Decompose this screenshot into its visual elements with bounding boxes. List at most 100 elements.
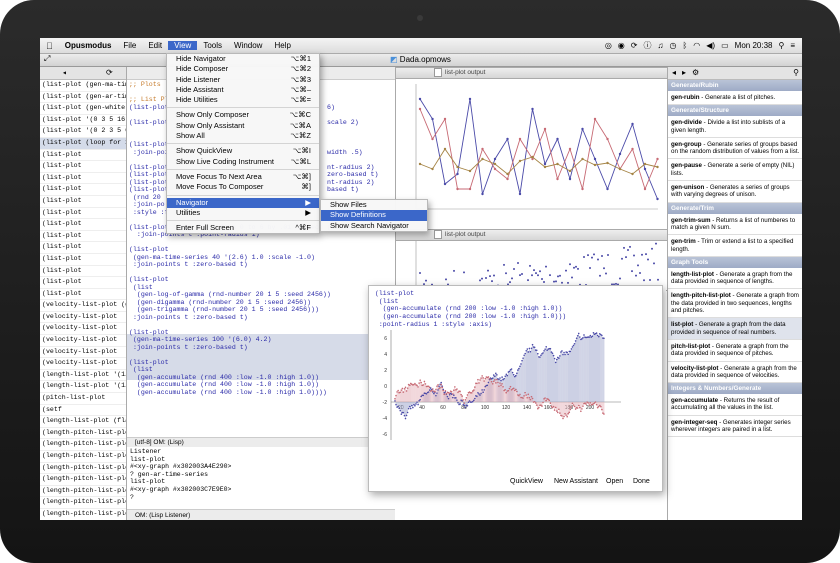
- list-item[interactable]: (list-plot (gen-white-noise: [40, 103, 126, 115]
- menu-item-move-focus-to-composer[interactable]: Move Focus To Composer ⌘]: [167, 182, 319, 192]
- battery-icon[interactable]: ▭: [718, 41, 732, 50]
- list-item[interactable]: (list-plot: [40, 208, 126, 220]
- back-icon[interactable]: ◂: [672, 68, 676, 77]
- menu-item-show-all[interactable]: Show All ⌥⌘Z: [167, 131, 319, 141]
- list-item[interactable]: (list-plot: [40, 289, 126, 301]
- assistant-entry[interactable]: gen-accumulate - Returns the result of a…: [668, 394, 802, 416]
- list-item[interactable]: (velocity-list-plot: [40, 335, 126, 347]
- menu-item-show-quickview[interactable]: Show QuickView ⌥⌘I: [167, 146, 319, 156]
- menu-window[interactable]: Window: [228, 41, 268, 50]
- list-item[interactable]: (length-pitch-list-plot: [40, 463, 126, 475]
- assistant-entry[interactable]: pitch-list-plot - Generate a graph from …: [668, 340, 802, 362]
- list-item[interactable]: (length-list-plot '(1/4 = -: [40, 370, 126, 382]
- menu-item-show-only-assistant[interactable]: Show Only Assistant ⌥⌘A: [167, 121, 319, 131]
- notification-icon[interactable]: ≡: [787, 41, 798, 50]
- list-item[interactable]: (list-plot (loop for x from...: [40, 137, 126, 150]
- volume-icon[interactable]: ◀): [703, 41, 718, 50]
- graph-window-1[interactable]: list-plot output: [395, 67, 668, 230]
- menu-item-enter-full-screen[interactable]: Enter Full Screen ^⌘F: [167, 223, 319, 233]
- list-item[interactable]: (velocity-list-plot: [40, 347, 126, 359]
- list-item[interactable]: (list-plot: [40, 277, 126, 289]
- assistant-entry[interactable]: gen-trim-sum - Returns a list of numbere…: [668, 214, 802, 236]
- menu-item-hide-navigator[interactable]: Hide Navigator ⌥⌘1: [167, 54, 319, 64]
- open-button[interactable]: Open: [606, 478, 623, 485]
- list-item[interactable]: (length-list-plot (flatten (: [40, 416, 126, 428]
- list-item[interactable]: (length-pitch-list-plot: [40, 439, 126, 451]
- list-item[interactable]: (list-plot: [40, 161, 126, 173]
- menu-item-show-only-composer[interactable]: Show Only Composer ⌥⌘C: [167, 110, 319, 120]
- settings-icon[interactable]: ⚙: [692, 68, 699, 77]
- listener-output[interactable]: Listener list-plot #<xy-graph #x302003A4E2…: [127, 448, 398, 508]
- menu-help[interactable]: Help: [268, 41, 296, 50]
- menu-view[interactable]: View: [168, 41, 198, 50]
- list-item[interactable]: (length-list-plot '(1/2 -1: [40, 381, 126, 394]
- assistant-entry[interactable]: gen-pause - Generate a serie of empty (N…: [668, 159, 802, 182]
- creative-cloud-icon[interactable]: ◎: [602, 41, 615, 50]
- menu-item-move-focus-to-next-area[interactable]: Move Focus To Next Area ⌥⌘]: [167, 172, 319, 182]
- menu-tools[interactable]: Tools: [197, 41, 228, 50]
- list-item[interactable]: (length-pitch-list-plot: [40, 486, 126, 498]
- menu-file[interactable]: File: [117, 41, 142, 50]
- list-item[interactable]: (length-pitch-list-plot: [40, 509, 126, 520]
- assistant-entry[interactable]: gen-unison - Generates a series of group…: [668, 181, 802, 203]
- menu-item-hide-assistant[interactable]: Hide Assistant ⌥⌘–: [167, 85, 319, 95]
- wifi-icon[interactable]: ◠: [690, 41, 703, 50]
- list-item[interactable]: (length-pitch-list-plot: [40, 497, 126, 509]
- time-machine-icon[interactable]: ◷: [666, 41, 679, 50]
- camera-icon[interactable]: ◉: [615, 41, 628, 50]
- assistant-entry[interactable]: gen-trim - Trim or extend a list to a sp…: [668, 235, 802, 257]
- apple-icon[interactable]: : [40, 41, 59, 51]
- list-item[interactable]: (list-plot: [40, 242, 126, 254]
- assistant-entry[interactable]: velocity-list-plot - Generate a graph fr…: [668, 362, 802, 384]
- assistant-entry[interactable]: gen-divide - Divide a list into sublists…: [668, 116, 802, 138]
- list-item[interactable]: (list-plot: [40, 184, 126, 196]
- back-icon[interactable]: ◂: [62, 68, 67, 78]
- audio-icon[interactable]: ♫: [654, 41, 666, 50]
- search-icon[interactable]: ⚲: [793, 68, 799, 77]
- assistant-entry[interactable]: length-list-plot - Generate a graph from…: [668, 268, 802, 290]
- search-icon[interactable]: ⚲: [775, 41, 787, 50]
- submenu-item-show-files[interactable]: Show Files: [321, 200, 427, 210]
- assistant-entry[interactable]: gen-integer-seq - Generates integer seri…: [668, 416, 802, 438]
- clock[interactable]: Mon 20:38: [732, 41, 776, 50]
- submenu-item-show-definitions[interactable]: Show Definitions: [321, 210, 427, 221]
- list-item[interactable]: (length-pitch-list-plot: [40, 428, 126, 440]
- list-item[interactable]: (list-plot '(0 2 3 5 6 8: [40, 126, 126, 138]
- sync-icon[interactable]: ⟳: [628, 41, 641, 50]
- menu-item-navigator[interactable]: Navigator ▶: [167, 197, 319, 208]
- list-item[interactable]: (velocity-list-plot (gen-di: [40, 300, 126, 312]
- list-item[interactable]: (velocity-list-plot: [40, 323, 126, 336]
- list-item[interactable]: (list-plot: [40, 196, 126, 208]
- assistant-entry[interactable]: gen-rubin - Generate a list of pitches.: [668, 91, 802, 106]
- submenu-item-show-search-navigator[interactable]: Show Search Navigator: [321, 221, 427, 231]
- refresh-icon[interactable]: ⟳: [106, 68, 113, 78]
- list-item[interactable]: (list-plot: [40, 231, 126, 243]
- menu-item-hide-listener[interactable]: Hide Listener ⌥⌘3: [167, 75, 319, 85]
- list-item[interactable]: (pitch-list-plot: [40, 393, 126, 405]
- list-item[interactable]: (list-plot (gen-ar-time-se: [40, 92, 126, 104]
- menu-item-show-live-coding-instrument[interactable]: Show Live Coding Instrument ⌥⌘L: [167, 157, 319, 167]
- list-item[interactable]: (list-plot: [40, 219, 126, 231]
- list-item[interactable]: (list-plot: [40, 266, 126, 278]
- assistant-entry[interactable]: length-pitch-list-plot - Generate a grap…: [668, 289, 802, 319]
- info-icon[interactable]: ⓘ: [640, 40, 654, 51]
- assistant-entry[interactable]: list-plot - Generate a graph from the da…: [668, 318, 802, 340]
- bluetooth-icon[interactable]: ᛒ: [679, 41, 690, 50]
- list-item[interactable]: (list-plot: [40, 150, 126, 162]
- done-button[interactable]: Done: [633, 478, 650, 485]
- list-item[interactable]: (length-pitch-list-plot: [40, 451, 126, 463]
- menu-item-utilities[interactable]: Utilities ▶: [167, 208, 319, 218]
- menu-edit[interactable]: Edit: [142, 41, 168, 50]
- list-item[interactable]: (velocity-list-plot: [40, 312, 126, 324]
- assistant-entry[interactable]: gen-group - Generate series of groups ba…: [668, 138, 802, 160]
- menu-item-hide-utilities[interactable]: Hide Utilities ⌥⌘=: [167, 95, 319, 105]
- menu-item-hide-composer[interactable]: Hide Composer ⌥⌘2: [167, 64, 319, 74]
- list-item[interactable]: (velocity-list-plot: [40, 358, 126, 370]
- zoom-icon[interactable]: ⤢: [44, 54, 50, 64]
- app-menu[interactable]: Opusmodus: [59, 41, 118, 50]
- list-item[interactable]: (length-pitch-list-plot: [40, 474, 126, 486]
- quickview-button[interactable]: QuickView: [510, 478, 543, 485]
- list-item[interactable]: (list-plot '(0 3 5 16 13 14: [40, 115, 126, 127]
- list-item[interactable]: (list-plot: [40, 254, 126, 266]
- graph-window-2[interactable]: list-plot output: [395, 229, 668, 331]
